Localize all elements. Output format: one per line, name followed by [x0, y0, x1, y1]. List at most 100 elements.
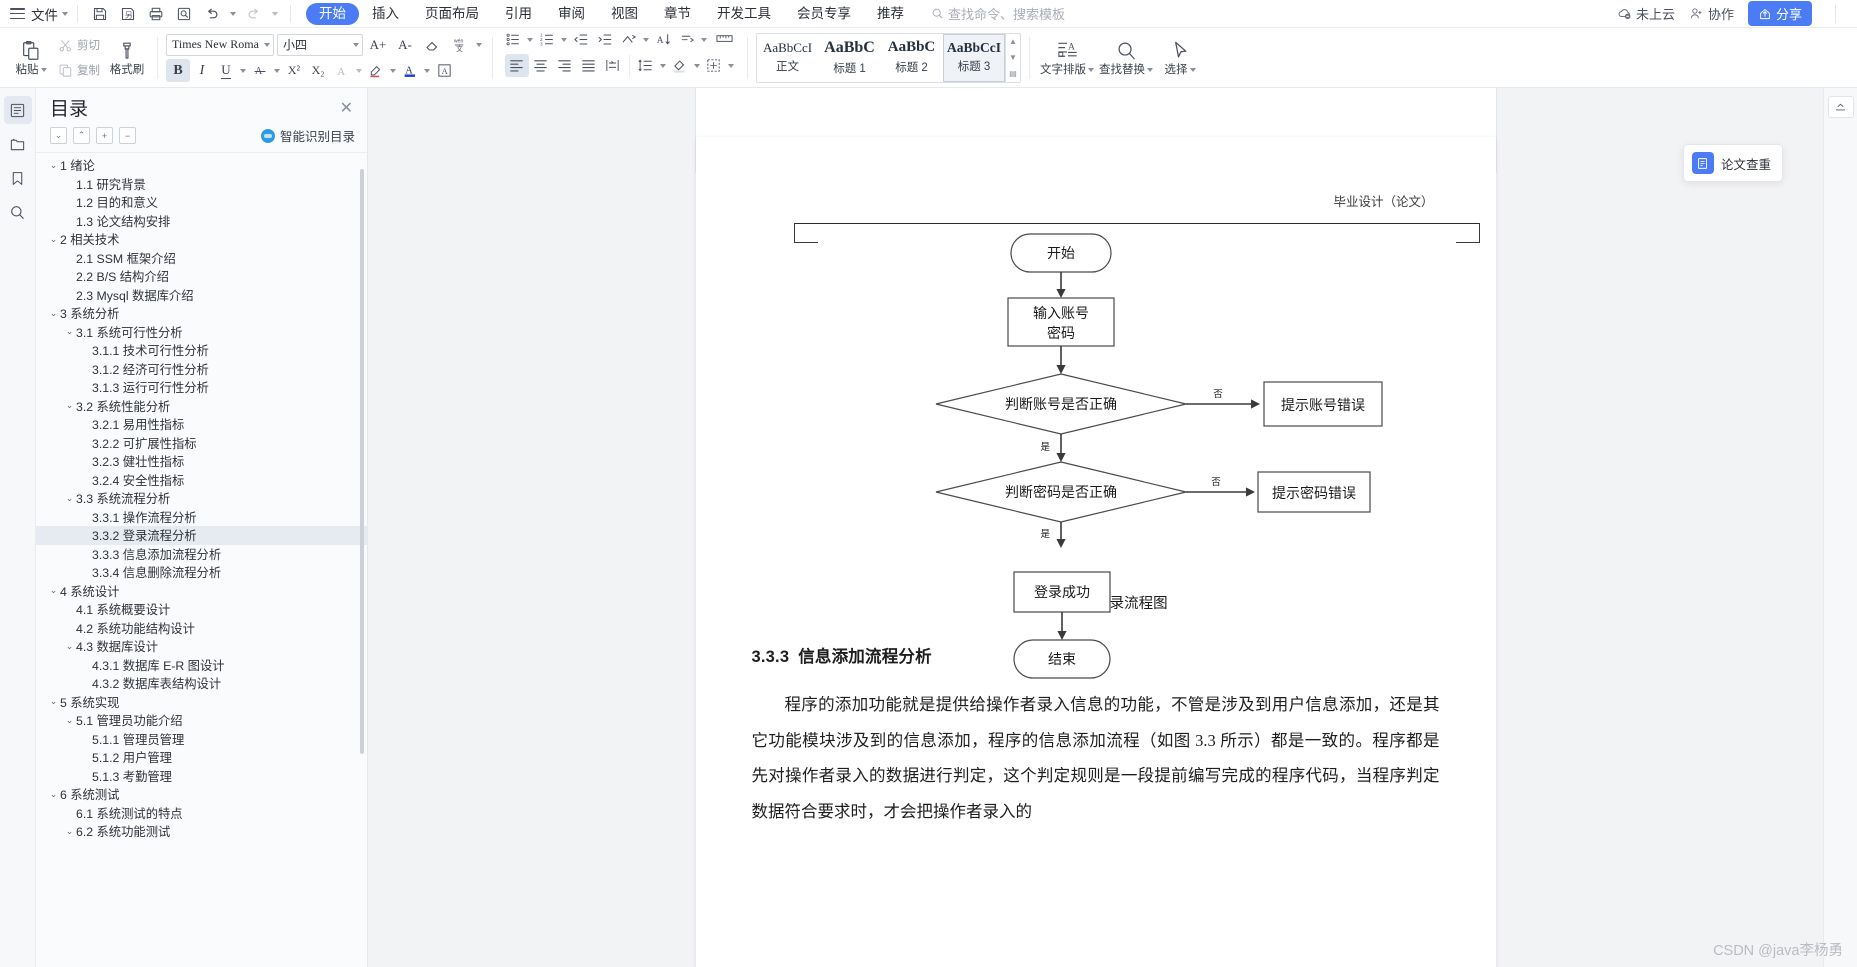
text-effect-button[interactable]: A: [330, 59, 354, 82]
decrease-indent-button[interactable]: [569, 28, 593, 51]
toc-item[interactable]: ⌄ 3.1 系统可行性分析: [36, 323, 367, 342]
tab-view[interactable]: 视图: [598, 3, 651, 25]
app-menu-icon[interactable]: [10, 8, 25, 19]
toc-item[interactable]: 6.1 系统测试的特点: [36, 804, 367, 823]
collapse-all-button[interactable]: −: [119, 127, 136, 144]
ruler-button[interactable]: [709, 28, 739, 51]
char-border-button[interactable]: A: [432, 59, 456, 82]
toc-item[interactable]: 3.3.1 操作流程分析: [36, 508, 367, 527]
chevron-down-icon[interactable]: ⌄: [63, 400, 76, 411]
style-heading-3[interactable]: AaBbCcI 标题 3: [943, 33, 1005, 82]
search-icon[interactable]: [4, 198, 32, 226]
toc-item[interactable]: ⌄ 3.3 系统流程分析: [36, 489, 367, 508]
chevron-down-icon[interactable]: ⌄: [63, 493, 76, 504]
toc-item[interactable]: ⌄ 4.3 数据库设计: [36, 637, 367, 656]
bookmark-icon[interactable]: [4, 164, 32, 192]
toc-item[interactable]: 4.3.1 数据库 E-R 图设计: [36, 656, 367, 675]
style-heading-1[interactable]: AaBbC 标题 1: [819, 34, 881, 82]
save-as-icon[interactable]: 另: [115, 2, 141, 26]
cloud-status-button[interactable]: 未上云: [1617, 4, 1675, 23]
show-marks-dropdown-icon[interactable]: [699, 28, 709, 51]
sort-button[interactable]: A: [651, 28, 675, 51]
paste-button[interactable]: 粘贴: [9, 31, 53, 85]
share-button[interactable]: 分享: [1747, 1, 1812, 26]
toc-item[interactable]: 4.2 系统功能结构设计: [36, 619, 367, 638]
format-painter-button[interactable]: 格式刷: [105, 31, 149, 85]
toc-item[interactable]: 2.1 SSM 框架介绍: [36, 249, 367, 268]
collapse-panel-icon[interactable]: [1827, 96, 1854, 118]
command-search-input[interactable]: 查找命令、搜索模板: [931, 4, 1065, 23]
chevron-down-icon[interactable]: ⌄: [47, 308, 60, 319]
toc-item[interactable]: 3.1.3 运行可行性分析: [36, 378, 367, 397]
align-left-button[interactable]: [504, 54, 529, 77]
chevron-down-icon[interactable]: ⌄: [63, 326, 76, 337]
toc-item[interactable]: 3.2.1 易用性指标: [36, 415, 367, 434]
shrink-font-button[interactable]: A-: [393, 33, 417, 56]
toc-item[interactable]: 5.1.2 用户管理: [36, 748, 367, 767]
toc-item[interactable]: 3.3.2 登录流程分析: [36, 526, 367, 545]
outline-icon[interactable]: [3, 96, 32, 124]
chevron-down-icon[interactable]: ⌄: [47, 789, 60, 800]
toc-item[interactable]: 5.1.1 管理员管理: [36, 730, 367, 749]
clear-format-button[interactable]: [420, 33, 444, 56]
chevron-down-icon[interactable]: ⌄: [63, 826, 76, 837]
text-typeset-button[interactable]: A 文字排版: [1038, 31, 1096, 85]
select-button[interactable]: 选择: [1156, 31, 1204, 85]
pinyin-guide-button[interactable]: wén 文: [447, 33, 471, 56]
tab-page-layout[interactable]: 页面布局: [412, 3, 492, 25]
pinyin-dropdown-icon[interactable]: [474, 33, 484, 56]
chevron-down-icon[interactable]: ⌄: [47, 160, 60, 171]
subscript-button[interactable]: X₂: [306, 59, 330, 82]
bold-button[interactable]: B: [166, 59, 190, 82]
italic-button[interactable]: I: [190, 59, 214, 82]
underline-button[interactable]: U: [214, 59, 238, 82]
toc-item[interactable]: ⌄ 3.2 系统性能分析: [36, 397, 367, 416]
style-scroll-up-icon[interactable]: ▲: [1009, 36, 1017, 48]
distribute-button[interactable]: [601, 54, 625, 77]
style-normal[interactable]: AaBbCcI 正文: [757, 34, 819, 82]
toc-item[interactable]: ⌄ 3 系统分析: [36, 304, 367, 323]
redo-icon[interactable]: [241, 2, 267, 26]
toc-item[interactable]: 4.3.2 数据库表结构设计: [36, 674, 367, 693]
smart-recognize-toc-button[interactable]: 智能识别目录: [260, 126, 355, 145]
align-center-button[interactable]: [529, 54, 553, 77]
document-canvas[interactable]: 毕业设计（论文） 开始 输入账号 密码 判断账号是否正确 否 提示账号错误 是 …: [368, 88, 1823, 967]
tab-developer-tools[interactable]: 开发工具: [704, 3, 784, 25]
toc-item[interactable]: ⌄ 5.1 管理员功能介绍: [36, 711, 367, 730]
borders-button[interactable]: [702, 54, 726, 77]
toc-item[interactable]: 5.1.3 考勤管理: [36, 767, 367, 786]
toc-item[interactable]: ⌄ 6.2 系统功能测试: [36, 822, 367, 841]
font-color-dropdown-icon[interactable]: [422, 59, 432, 82]
collapse-up-button[interactable]: ⌃: [73, 127, 90, 144]
strikethrough-button[interactable]: A: [248, 59, 272, 82]
toc-item[interactable]: 3.2.4 安全性指标: [36, 471, 367, 490]
toc-item[interactable]: 1.2 目的和意义: [36, 193, 367, 212]
superscript-button[interactable]: X²: [282, 59, 306, 82]
toc-item[interactable]: 1.1 研究背景: [36, 175, 367, 194]
pages-thumbnail-icon[interactable]: [4, 130, 32, 158]
cut-button[interactable]: 剪切: [53, 34, 105, 56]
grow-font-button[interactable]: A+: [366, 33, 390, 56]
tab-review[interactable]: 审阅: [545, 3, 598, 25]
borders-dropdown-icon[interactable]: [726, 54, 736, 77]
chevron-down-icon[interactable]: ⌄: [47, 234, 60, 245]
copy-button[interactable]: 复制: [53, 59, 105, 81]
toc-item[interactable]: 3.2.3 健壮性指标: [36, 452, 367, 471]
toc-item[interactable]: 3.1.2 经济可行性分析: [36, 360, 367, 379]
expand-all-button[interactable]: +: [96, 127, 113, 144]
shading-button[interactable]: [668, 54, 692, 77]
line-spacing-button[interactable]: [634, 54, 658, 77]
shading-dropdown-icon[interactable]: [692, 54, 702, 77]
tab-member-exclusive[interactable]: 会员专享: [784, 3, 864, 25]
chevron-down-icon[interactable]: ⌄: [47, 696, 60, 707]
save-icon[interactable]: [87, 2, 113, 26]
toc-item[interactable]: 2.3 Mysql 数据库介绍: [36, 286, 367, 305]
file-menu-button[interactable]: 文件: [31, 4, 68, 24]
font-color-button[interactable]: A: [398, 59, 422, 82]
tab-insert[interactable]: 插入: [359, 3, 412, 25]
highlight-button[interactable]: [364, 59, 388, 82]
document-page[interactable]: 毕业设计（论文） 开始 输入账号 密码 判断账号是否正确 否 提示账号错误 是 …: [695, 137, 1496, 967]
expand-down-button[interactable]: ⌄: [50, 127, 67, 144]
find-replace-button[interactable]: 查找替换: [1096, 31, 1156, 85]
bullet-list-button[interactable]: [501, 28, 525, 51]
